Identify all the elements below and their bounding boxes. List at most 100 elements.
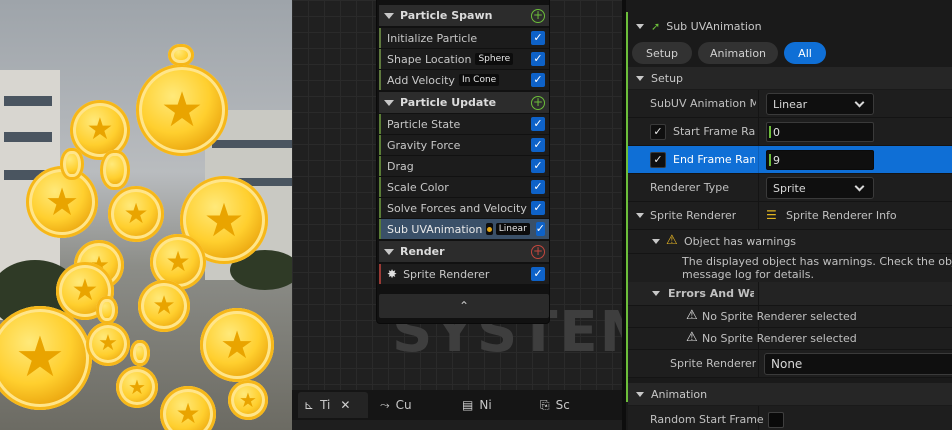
row-label: Renderer Type: [650, 181, 729, 194]
subuv-mode-dropdown[interactable]: Linear: [766, 93, 874, 115]
add-module-icon[interactable]: +: [531, 8, 545, 23]
module-enable-checkbox[interactable]: ✓: [531, 117, 545, 131]
row-label: End Frame Rang: [673, 153, 755, 166]
warning-outline-icon: ⚠: [686, 330, 698, 345]
module-sub-uv-animation[interactable]: Sub UVAnimation Linear ✓: [379, 219, 549, 239]
start-frame-override-checkbox[interactable]: ✓: [650, 124, 666, 140]
collapse-arrow-icon[interactable]: [652, 239, 660, 244]
preview-viewport[interactable]: ★ ★ ★ ★ ★ ★ ★ ★ ★ ★ ★ ★ ★ ★ ★: [0, 0, 292, 430]
building-window: [4, 132, 52, 142]
row-errors-header: Errors And Warni: [628, 282, 952, 306]
collapse-arrow-icon[interactable]: [384, 12, 394, 19]
chevron-up-icon: ⌃: [458, 299, 470, 313]
module-shape-location[interactable]: Shape Location Sphere ✓: [379, 49, 549, 69]
column-divider: [758, 90, 759, 117]
filter-tab-all[interactable]: All: [784, 42, 826, 64]
coin: ★: [228, 380, 268, 420]
warnings-title: Object has warnings: [684, 235, 797, 248]
stage-particle-update[interactable]: Particle Update +: [379, 92, 549, 113]
section-animation[interactable]: Animation: [628, 383, 952, 405]
renderer-type-dropdown[interactable]: Sprite: [766, 177, 874, 199]
add-renderer-icon[interactable]: +: [531, 244, 545, 259]
close-icon[interactable]: ✕: [340, 398, 350, 412]
module-sprite-renderer[interactable]: ✸ Sprite Renderer ✓: [379, 264, 549, 284]
value-marker: [769, 154, 771, 166]
module-mode-pill: In Cone: [458, 74, 500, 86]
system-graph[interactable]: SYSTEM Particle Spawn + Initialize Parti…: [292, 0, 622, 390]
module-initialize-particle[interactable]: Initialize Particle ✓: [379, 28, 549, 48]
dropdown-value: Sprite: [773, 181, 806, 195]
tab-timeline[interactable]: ⊾ Ti ✕: [298, 392, 368, 418]
coin: ★: [200, 308, 274, 382]
random-start-frame-checkbox[interactable]: [768, 412, 784, 428]
end-frame-override-checkbox[interactable]: ✓: [650, 152, 666, 168]
module-label: Shape Location: [387, 52, 472, 66]
module-enable-checkbox[interactable]: ✓: [531, 73, 545, 87]
module-enable-checkbox[interactable]: ✓: [531, 31, 545, 45]
collapse-arrow-icon[interactable]: [384, 99, 394, 106]
stage-label: Particle Update: [400, 96, 497, 109]
module-enable-checkbox[interactable]: ✓: [531, 52, 545, 66]
section-label: Animation: [651, 387, 708, 401]
row-renderer-type: Renderer Type Sprite: [628, 174, 952, 202]
filter-tab-animation[interactable]: Animation: [698, 42, 778, 64]
parameters-icon: ▤: [462, 398, 474, 412]
module-enable-checkbox[interactable]: ✓: [531, 201, 545, 215]
sprite-renderer-icon: ✸: [387, 267, 398, 281]
filter-tab-setup[interactable]: Setup: [632, 42, 692, 64]
row-warnings-message: The displayed object has warnings. Check…: [628, 254, 952, 284]
tab-label: Cu: [395, 398, 412, 412]
section-setup[interactable]: Setup: [628, 67, 952, 89]
collapse-arrow-icon[interactable]: [636, 75, 644, 81]
details-title: Sub UVAnimation: [666, 19, 762, 33]
module-gravity-force[interactable]: Gravity Force ✓: [379, 135, 549, 155]
dynamic-input-icon: [486, 223, 493, 235]
module-add-velocity[interactable]: Add Velocity In Cone ✓: [379, 70, 549, 90]
coin: ★: [116, 366, 158, 408]
module-enable-checkbox[interactable]: ✓: [531, 159, 545, 173]
stage-particle-spawn[interactable]: Particle Spawn +: [379, 5, 549, 26]
module-enable-checkbox[interactable]: ✓: [531, 180, 545, 194]
module-label: Add Velocity: [387, 73, 455, 87]
warnings-text-line-2: message log for details.: [682, 268, 814, 281]
module-label: Initialize Particle: [387, 31, 478, 45]
tab-label: Ni: [479, 398, 492, 412]
module-enable-checkbox[interactable]: ✓: [531, 138, 545, 152]
start-frame-input[interactable]: 0: [766, 122, 874, 142]
collapse-stack-button[interactable]: ⌃: [379, 294, 549, 318]
module-icon: ➚: [651, 19, 661, 33]
module-particle-state[interactable]: Particle State ✓: [379, 114, 549, 134]
coin: [168, 44, 194, 66]
details-header[interactable]: ➚ Sub UVAnimation: [628, 14, 952, 38]
error-text: No Sprite Renderer selected: [702, 310, 857, 323]
coin: [130, 340, 150, 366]
module-scale-color[interactable]: Scale Color ✓: [379, 177, 549, 197]
value-marker: [769, 126, 771, 138]
collapse-arrow-icon[interactable]: [384, 248, 394, 255]
row-subuv-mode: SubUV Animation Mo Linear: [628, 90, 952, 118]
module-solve-forces[interactable]: Solve Forces and Velocity ✓: [379, 198, 549, 218]
module-drag[interactable]: Drag ✓: [379, 156, 549, 176]
stage-render[interactable]: Render +: [379, 241, 549, 262]
tab-label: Sc: [555, 398, 570, 412]
collapse-arrow-icon[interactable]: [636, 213, 644, 218]
timeline-strip: [292, 420, 622, 430]
collapse-arrow-icon[interactable]: [652, 291, 660, 296]
sprite-renderer-dropdown[interactable]: None: [764, 353, 952, 375]
column-divider: [758, 202, 759, 229]
column-divider: [758, 282, 759, 305]
tab-curves[interactable]: ⤳ Cu: [374, 392, 440, 418]
row-random-start-frame: Random Start Frame: [628, 406, 952, 430]
row-error-1: ⚠ No Sprite Renderer selected: [628, 306, 952, 328]
module-enable-checkbox[interactable]: ✓: [531, 267, 545, 281]
end-frame-input[interactable]: 9: [766, 150, 874, 170]
collapse-arrow-icon[interactable]: [636, 391, 644, 397]
add-module-icon[interactable]: +: [531, 95, 545, 110]
tab-scratch-pad[interactable]: ⎘ Sc: [534, 392, 604, 418]
module-enable-checkbox[interactable]: ✓: [535, 222, 545, 236]
emitter-stack: Particle Spawn + Initialize Particle ✓ S…: [376, 0, 550, 324]
coin: ★: [136, 64, 228, 156]
tab-parameters[interactable]: ▤ Ni: [456, 392, 522, 418]
collapse-arrow-icon[interactable]: [636, 23, 644, 29]
warnings-text-line-1: The displayed object has warnings. Check…: [682, 255, 952, 268]
